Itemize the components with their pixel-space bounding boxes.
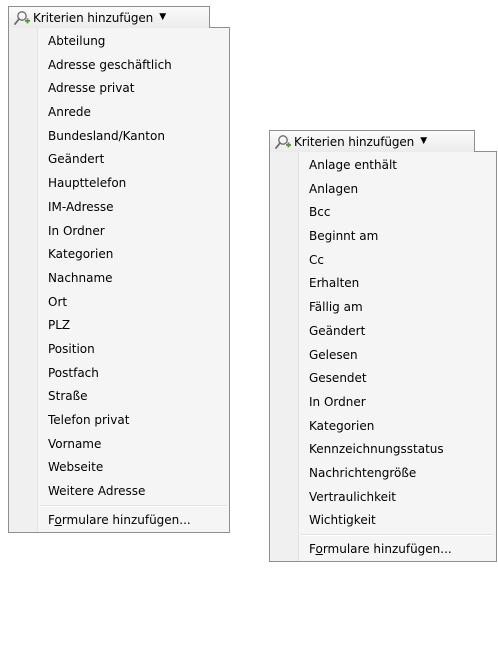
menu-item-kategorien[interactable]: Kategorien xyxy=(270,415,496,439)
menu-item-anlagen[interactable]: Anlagen xyxy=(270,178,496,202)
menu-item-kategorien[interactable]: Kategorien xyxy=(9,243,229,267)
menu-item-list: Anlage enthält Anlagen Bcc Beginnt am Cc Erha… xyxy=(270,152,496,533)
footer-mnemonic: o xyxy=(54,512,62,527)
footer-text-end: rmulare hinzufügen... xyxy=(322,542,452,556)
menu-item-beginnt-am[interactable]: Beginnt am xyxy=(270,225,496,249)
menu-item-wichtigkeit[interactable]: Wichtigkeit xyxy=(270,509,496,533)
menu-separator xyxy=(40,504,227,507)
menu-item-in-ordner[interactable]: In Ordner xyxy=(9,220,229,244)
menu-item-bundesland-kanton[interactable]: Bundesland/Kanton xyxy=(9,125,229,149)
footer-mnemonic: o xyxy=(315,542,323,556)
menu-item-adresse-geschaeftlich[interactable]: Adresse geschäftlich xyxy=(9,54,229,78)
menu-item-gesendet[interactable]: Gesendet xyxy=(270,367,496,391)
menu-item-bcc[interactable]: Bcc xyxy=(270,201,496,225)
menu-item-plz[interactable]: PLZ xyxy=(9,314,229,338)
criteria-dropdown-list: Anlage enthält Anlagen Bcc Beginnt am Cc Erha… xyxy=(269,151,497,562)
menu-item-vertraulichkeit[interactable]: Vertraulichkeit xyxy=(270,486,496,510)
menu-item-in-ordner[interactable]: In Ordner xyxy=(270,391,496,415)
add-criteria-button[interactable]: Kriterien hinzufügen ▼ xyxy=(8,6,210,28)
menu-item-weitere-adresse[interactable]: Weitere Adresse xyxy=(9,480,229,504)
menu-item-nachrichtengroesse[interactable]: Nachrichtengröße xyxy=(270,462,496,486)
menu-item-abteilung[interactable]: Abteilung xyxy=(9,30,229,54)
menu-item-cc[interactable]: Cc xyxy=(270,249,496,273)
criteria-dropdown-list: Abteilung Adresse geschäftlich Adresse pri… xyxy=(8,27,230,533)
menu-separator xyxy=(301,534,494,536)
menu-item-nachname[interactable]: Nachname xyxy=(9,267,229,291)
menu-item-gelesen[interactable]: Gelesen xyxy=(270,344,496,368)
menu-item-telefon-privat[interactable]: Telefon privat xyxy=(9,409,229,433)
menu-item-anrede[interactable]: Anrede xyxy=(9,101,229,125)
add-criteria-label: Kriterien hinzufügen xyxy=(33,10,154,25)
chevron-down-icon: ▼ xyxy=(420,136,428,146)
menu-item-postfach[interactable]: Postfach xyxy=(9,362,229,386)
menu-item-position[interactable]: Position xyxy=(9,338,229,362)
menu-item-haupttelefon[interactable]: Haupttelefon xyxy=(9,172,229,196)
menu-item-faellig-am[interactable]: Fällig am xyxy=(270,296,496,320)
menu-item-kennzeichnungsstatus[interactable]: Kennzeichnungsstatus xyxy=(270,438,496,462)
menu-item-list: Abteilung Adresse geschäftlich Adresse pri… xyxy=(9,28,229,504)
menu-item-im-adresse[interactable]: IM-Adresse xyxy=(9,196,229,220)
menu-item-geaendert[interactable]: Geändert xyxy=(9,148,229,172)
menu-item-webseite[interactable]: Webseite xyxy=(9,456,229,480)
menu-item-ort[interactable]: Ort xyxy=(9,291,229,315)
footer-text-end: rmulare hinzufügen... xyxy=(61,512,191,527)
chevron-down-icon: ▼ xyxy=(159,12,167,22)
menu-item-adresse-privat[interactable]: Adresse privat xyxy=(9,77,229,101)
add-criteria-label: Kriterien hinzufügen xyxy=(294,134,415,149)
add-form-fields-item[interactable]: Formulare hinzufügen... xyxy=(270,537,496,561)
menu-item-geaendert[interactable]: Geändert xyxy=(270,320,496,344)
menu-item-strasse[interactable]: Straße xyxy=(9,385,229,409)
menu-item-erhalten[interactable]: Erhalten xyxy=(270,272,496,296)
add-criteria-button[interactable]: Kriterien hinzufügen ▼ xyxy=(269,130,475,152)
search-add-icon xyxy=(13,10,31,26)
search-add-icon xyxy=(274,134,292,150)
menu-item-vorname[interactable]: Vorname xyxy=(9,433,229,457)
menu-item-anlage-enthaelt[interactable]: Anlage enthält xyxy=(270,154,496,178)
add-form-fields-item[interactable]: Formulare hinzufügen... xyxy=(9,508,229,532)
